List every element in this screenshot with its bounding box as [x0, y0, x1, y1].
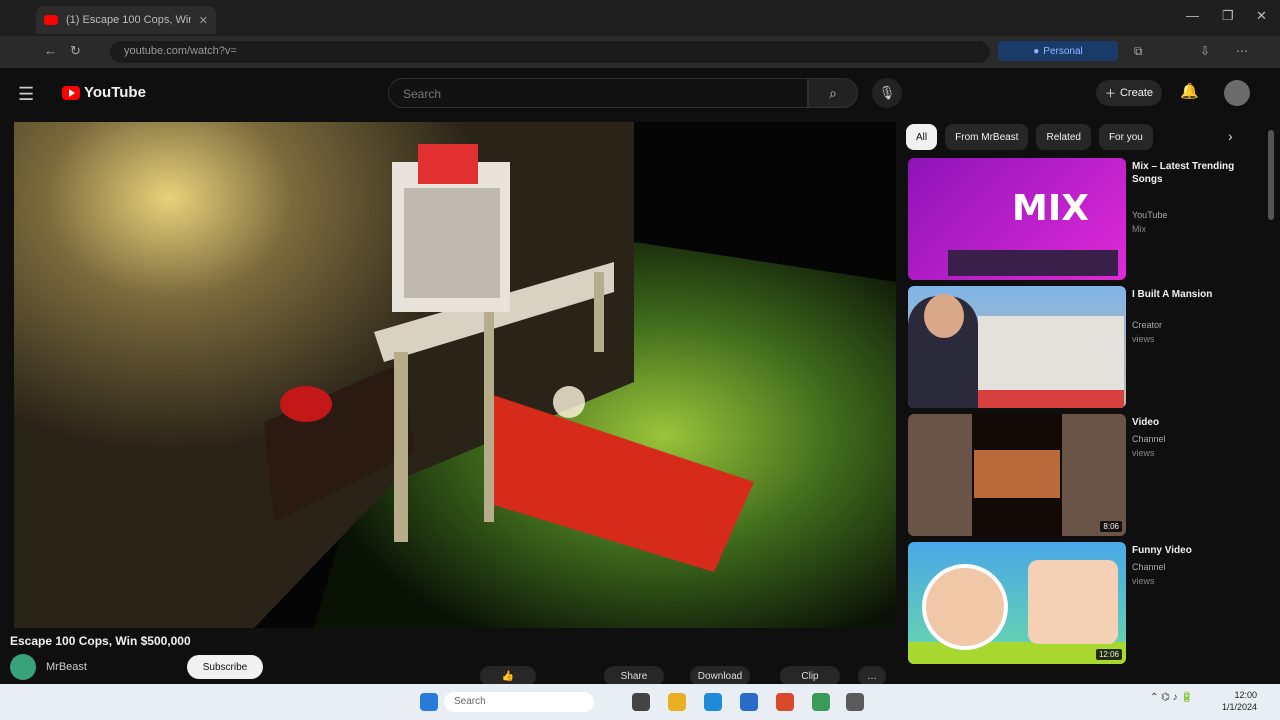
- taskbar-search-input[interactable]: Search: [444, 692, 594, 712]
- hamburger-menu-icon[interactable]: ☰: [18, 84, 34, 105]
- clock-time: 12:00: [1234, 690, 1258, 700]
- video-duration: 8:06: [1100, 521, 1122, 532]
- chevron-right-icon[interactable]: ›: [1228, 128, 1233, 144]
- mix-thumbnail-text: MIX: [1012, 188, 1089, 229]
- tab-title: (1) Escape 100 Cops, Win $500,000: [66, 14, 191, 26]
- search-icon: ⌕: [829, 84, 837, 101]
- menu-dots-icon[interactable]: ⋯: [1236, 44, 1248, 58]
- microphone-icon: 🎙: [878, 85, 896, 100]
- maximize-window-button[interactable]: ❐: [1222, 8, 1234, 24]
- person-face: [922, 564, 1008, 650]
- recommendation-item[interactable]: I Built A Mansion Creator views: [908, 286, 1258, 410]
- search-input[interactable]: Search: [388, 78, 808, 108]
- clip-button[interactable]: Clip: [780, 666, 840, 686]
- profile-label: Personal: [1043, 45, 1083, 57]
- recommendation-thumbnail[interactable]: [908, 286, 1126, 408]
- recommendation-thumbnail[interactable]: MIX: [908, 158, 1126, 280]
- recommendation-title[interactable]: Video: [1132, 416, 1256, 429]
- browser-tab[interactable]: (1) Escape 100 Cops, Win $500,000 ✕: [36, 6, 216, 34]
- url-field[interactable]: youtube.com/watch?v=: [110, 41, 990, 63]
- plus-icon: ＋: [1104, 88, 1116, 100]
- profile-icon: ●: [1033, 45, 1040, 57]
- close-window-button[interactable]: ✕: [1256, 8, 1267, 24]
- mix-strip: [948, 250, 1118, 276]
- video-duration: 12:06: [1095, 649, 1122, 660]
- chip-all[interactable]: All: [906, 124, 938, 150]
- recommendation-channel: Channel: [1132, 562, 1166, 572]
- more-actions-button[interactable]: …: [858, 666, 886, 686]
- chip-related[interactable]: Related: [1036, 124, 1091, 150]
- recommendation-meta: views: [1132, 448, 1155, 458]
- edge-browser-icon[interactable]: [704, 693, 722, 711]
- browser-tab-strip: (1) Escape 100 Cops, Win $500,000 ✕ — ❐ …: [0, 0, 1280, 36]
- notifications-bell-icon[interactable]: 🔔: [1180, 82, 1199, 100]
- youtube-play-icon: [62, 85, 80, 100]
- logo-text: YouTube: [84, 84, 146, 101]
- subscribe-button[interactable]: Subscribe: [186, 655, 263, 679]
- clock-date: 1/1/2024: [1222, 702, 1258, 712]
- voice-search-button[interactable]: 🎙: [872, 78, 902, 108]
- back-arrow-icon[interactable]: ←: [44, 43, 57, 58]
- tab-close-icon[interactable]: ✕: [199, 14, 208, 27]
- recommendation-title[interactable]: Funny Video: [1132, 544, 1256, 557]
- youtube-header: ☰ YouTube Search ⌕ 🎙 ＋ Create 🔔: [0, 68, 1280, 120]
- recommendation-item[interactable]: MIX Mix – Latest Trending Songs YouTube …: [908, 158, 1258, 282]
- extensions-icon[interactable]: ⧉: [1134, 44, 1143, 59]
- download-button[interactable]: Download: [690, 666, 750, 686]
- mansion-banner: [978, 390, 1124, 408]
- recommendation-item[interactable]: 12:06 Funny Video Channel views: [908, 542, 1258, 666]
- youtube-favicon-icon: [44, 15, 58, 25]
- person-face: [924, 294, 964, 338]
- chip-for-you[interactable]: For you: [1098, 124, 1153, 150]
- recommendation-meta: views: [1132, 576, 1155, 586]
- create-label: Create: [1119, 87, 1154, 99]
- like-button[interactable]: 👍: [480, 666, 536, 686]
- video-frame: [14, 122, 896, 628]
- recommendation-title[interactable]: Mix – Latest Trending Songs: [1132, 160, 1256, 186]
- recommendation-thumbnail[interactable]: 12:06: [908, 542, 1126, 664]
- channel-row: MrBeast Subscribe: [10, 654, 263, 680]
- app-icon[interactable]: [812, 693, 830, 711]
- thumbnail-characters: [1028, 560, 1118, 644]
- recommendation-meta: Mix: [1132, 224, 1146, 234]
- profile-extension-button[interactable]: ● Personal: [998, 41, 1118, 61]
- windows-taskbar: Search ⌃ ⌬ ♪ 🔋 12:00 1/1/2024: [0, 684, 1280, 720]
- recommendation-channel: YouTube: [1132, 210, 1168, 220]
- taskbar-clock[interactable]: 12:00 1/1/2024: [1222, 689, 1257, 713]
- recommendation-channel: Channel: [1132, 434, 1166, 444]
- video-title: Escape 100 Cops, Win $500,000: [10, 634, 191, 648]
- system-tray-icons[interactable]: ⌃ ⌬ ♪ 🔋: [1150, 692, 1193, 703]
- task-view-icon[interactable]: [632, 693, 650, 711]
- recommendation-channel: Creator: [1132, 320, 1163, 330]
- recommendation-title[interactable]: I Built A Mansion: [1132, 288, 1256, 301]
- windows-start-icon[interactable]: [420, 693, 438, 711]
- share-button[interactable]: Share: [604, 666, 664, 686]
- account-avatar[interactable]: [1224, 80, 1250, 106]
- create-button[interactable]: ＋ Create: [1096, 80, 1162, 106]
- recommendation-meta: views: [1132, 334, 1155, 344]
- video-player[interactable]: [14, 122, 896, 628]
- file-explorer-icon[interactable]: [668, 693, 686, 711]
- recommendation-item[interactable]: 8:06 Video Channel views: [908, 414, 1258, 538]
- sidebar-scrollbar[interactable]: [1268, 130, 1274, 220]
- settings-gear-icon[interactable]: [846, 693, 864, 711]
- mansion-image: [978, 316, 1124, 396]
- store-icon[interactable]: [740, 693, 758, 711]
- downloads-icon[interactable]: ⇩: [1200, 44, 1210, 58]
- channel-name[interactable]: MrBeast: [46, 661, 87, 673]
- thumbnail-center-image: [974, 450, 1060, 498]
- filter-chips: All From MrBeast Related For you: [906, 124, 1256, 150]
- refresh-icon[interactable]: ↻: [70, 43, 81, 59]
- recommendation-thumbnail[interactable]: 8:06: [908, 414, 1126, 536]
- chrome-browser-icon[interactable]: [776, 693, 794, 711]
- thumbnail-ground: [908, 642, 1126, 664]
- chip-from-channel[interactable]: From MrBeast: [945, 124, 1029, 150]
- channel-avatar[interactable]: [10, 654, 36, 680]
- search-button[interactable]: ⌕: [808, 78, 858, 108]
- minimize-window-button[interactable]: —: [1186, 8, 1199, 23]
- youtube-logo[interactable]: YouTube: [62, 84, 146, 101]
